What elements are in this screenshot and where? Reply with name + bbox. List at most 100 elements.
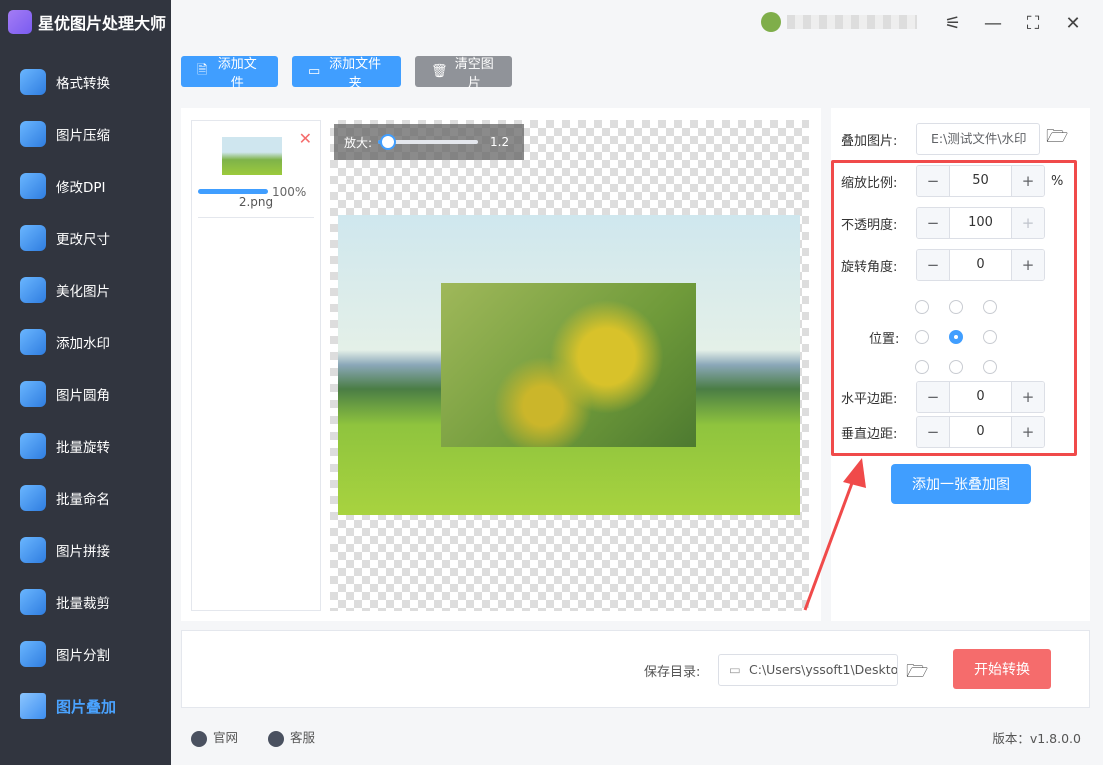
sidebar-item-icon — [20, 381, 46, 407]
chat-icon — [268, 730, 285, 747]
opacity-value[interactable]: 100 — [949, 208, 1012, 238]
position-radio-bottom-right[interactable] — [983, 360, 997, 374]
add-overlay-button[interactable]: 添加一张叠加图 — [891, 464, 1031, 504]
maximize-icon[interactable]: ⛶ — [1021, 12, 1045, 36]
folder-open-icon[interactable]: 🗁 — [906, 659, 928, 689]
username-blurred — [787, 15, 917, 29]
save-dir-input[interactable]: C:\Users\yssoft1\Desktop — [718, 654, 898, 686]
minimize-icon[interactable]: — — [981, 12, 1005, 36]
title-bar: ⚟ — ⛶ ✕ — [171, 0, 1103, 48]
remove-file-icon[interactable]: ✕ — [299, 129, 312, 148]
sidebar-item-label: 图片叠加 — [56, 697, 117, 716]
decrease-button[interactable]: − — [917, 417, 949, 447]
divider — [198, 217, 314, 218]
sidebar-item-label: 图片拼接 — [56, 544, 110, 560]
increase-button: + — [1012, 208, 1044, 238]
clear-images-button[interactable]: 🗑 清空图片 — [415, 56, 512, 91]
overlay-path-input[interactable]: E:\测试文件\水印 — [916, 123, 1040, 155]
rotate-stepper[interactable]: −0 + — [916, 249, 1045, 281]
add-file-button[interactable]: 🗎 添加文件 — [181, 56, 278, 91]
rotate-label: 旋转角度: — [841, 259, 898, 275]
position-radio-center[interactable] — [949, 330, 963, 344]
sidebar-item[interactable]: 图片圆角 — [0, 368, 171, 420]
increase-button[interactable]: + — [1012, 250, 1044, 280]
output-bar: 保存目录: C:\Users\yssoft1\Desktop 🗁 开始转换 — [181, 630, 1090, 708]
vmargin-value[interactable]: 0 — [949, 417, 1012, 447]
scale-stepper[interactable]: −50 + — [916, 165, 1045, 197]
sidebar-item[interactable]: 添加水印 — [0, 316, 171, 368]
workspace: ✕ 100% 2.png 放大: 1.2 — [181, 108, 821, 621]
sidebar-item-icon — [20, 485, 46, 511]
overlay-image[interactable] — [441, 283, 696, 447]
sidebar-item[interactable]: 格式转换 — [0, 56, 171, 108]
zoom-label: 放大: — [344, 135, 373, 150]
zoom-value: 1.2 — [490, 135, 510, 149]
increase-button[interactable]: + — [1012, 382, 1044, 412]
position-radio-bottom[interactable] — [949, 360, 963, 374]
website-link[interactable]: 官网 — [191, 727, 238, 747]
sidebar-item-icon — [20, 693, 46, 719]
sidebar-item-icon — [20, 277, 46, 303]
sidebar-item[interactable]: 图片拼接 — [0, 524, 171, 576]
sidebar-item[interactable]: 图片叠加 — [0, 680, 171, 732]
sidebar-item-icon — [20, 433, 46, 459]
sidebar-item-label: 添加水印 — [56, 336, 110, 352]
hmargin-value[interactable]: 0 — [949, 382, 1012, 412]
scale-value[interactable]: 50 — [949, 166, 1012, 196]
sidebar-item[interactable]: 图片压缩 — [0, 108, 171, 160]
position-radio-left[interactable] — [915, 330, 929, 344]
support-link[interactable]: 客服 — [268, 727, 315, 747]
image-preview: 放大: 1.2 — [330, 120, 809, 611]
vmargin-stepper[interactable]: −0 + — [916, 416, 1045, 448]
sidebar-item[interactable]: 批量裁剪 — [0, 576, 171, 628]
position-radio-top-left[interactable] — [915, 300, 929, 314]
file-icon: 🗎 — [197, 62, 208, 78]
toolbar: 🗎 添加文件 ▭ 添加文件夹 🗑 清空图片 — [181, 56, 512, 91]
sidebar-item-label: 批量旋转 — [56, 440, 110, 456]
decrease-button[interactable]: − — [917, 382, 949, 412]
save-dir-label: 保存目录: — [644, 665, 701, 680]
sidebar-item[interactable]: 图片分割 — [0, 628, 171, 680]
position-radio-top-right[interactable] — [983, 300, 997, 314]
sidebar-item-label: 批量命名 — [56, 492, 110, 508]
sidebar-item[interactable]: 修改DPI — [0, 160, 171, 212]
sidebar-item-icon — [20, 329, 46, 355]
settings-icon[interactable]: ⚟ — [941, 12, 965, 36]
start-convert-button[interactable]: 开始转换 — [953, 649, 1051, 689]
folder-icon: ▭ — [308, 64, 321, 79]
zoom-slider[interactable] — [378, 134, 479, 150]
trash-icon: 🗑 — [431, 64, 448, 79]
decrease-button[interactable]: − — [917, 208, 949, 238]
add-folder-button[interactable]: ▭ 添加文件夹 — [292, 56, 401, 91]
app-logo-icon — [8, 10, 32, 34]
progress-bar — [198, 189, 268, 194]
sidebar-item[interactable]: 批量命名 — [0, 472, 171, 524]
hmargin-stepper[interactable]: −0 + — [916, 381, 1045, 413]
position-radio-top[interactable] — [949, 300, 963, 314]
vmargin-label: 垂直边距: — [841, 426, 898, 442]
position-radio-bottom-left[interactable] — [915, 360, 929, 374]
scale-unit: % — [1051, 173, 1064, 189]
sidebar-item-icon — [20, 121, 46, 147]
sidebar-item-icon — [20, 589, 46, 615]
sidebar-item[interactable]: 更改尺寸 — [0, 212, 171, 264]
folder-open-icon[interactable]: 🗁 — [1046, 124, 1068, 154]
decrease-button[interactable]: − — [917, 250, 949, 280]
increase-button[interactable]: + — [1012, 417, 1044, 447]
position-radio-right[interactable] — [983, 330, 997, 344]
close-icon[interactable]: ✕ — [1061, 12, 1085, 36]
sidebar-item[interactable]: 美化图片 — [0, 264, 171, 316]
decrease-button[interactable]: − — [917, 166, 949, 196]
opacity-stepper[interactable]: −100 + — [916, 207, 1045, 239]
sidebar-item[interactable]: 批量旋转 — [0, 420, 171, 472]
overlay-image-label: 叠加图片: — [841, 133, 898, 149]
sidebar-nav: 格式转换 图片压缩 修改DPI 更改尺寸 美化图片添加水印图片圆角批量旋转批量命名图片拼… — [0, 56, 171, 732]
file-name: 2.png — [238, 195, 274, 209]
increase-button[interactable]: + — [1012, 166, 1044, 196]
zoom-slider-handle[interactable] — [380, 134, 397, 150]
position-label: 位置: — [869, 332, 900, 347]
sidebar-item-icon — [20, 173, 46, 199]
rotate-value[interactable]: 0 — [949, 250, 1012, 280]
sidebar-item-icon — [20, 69, 46, 95]
user-account[interactable] — [761, 12, 917, 32]
